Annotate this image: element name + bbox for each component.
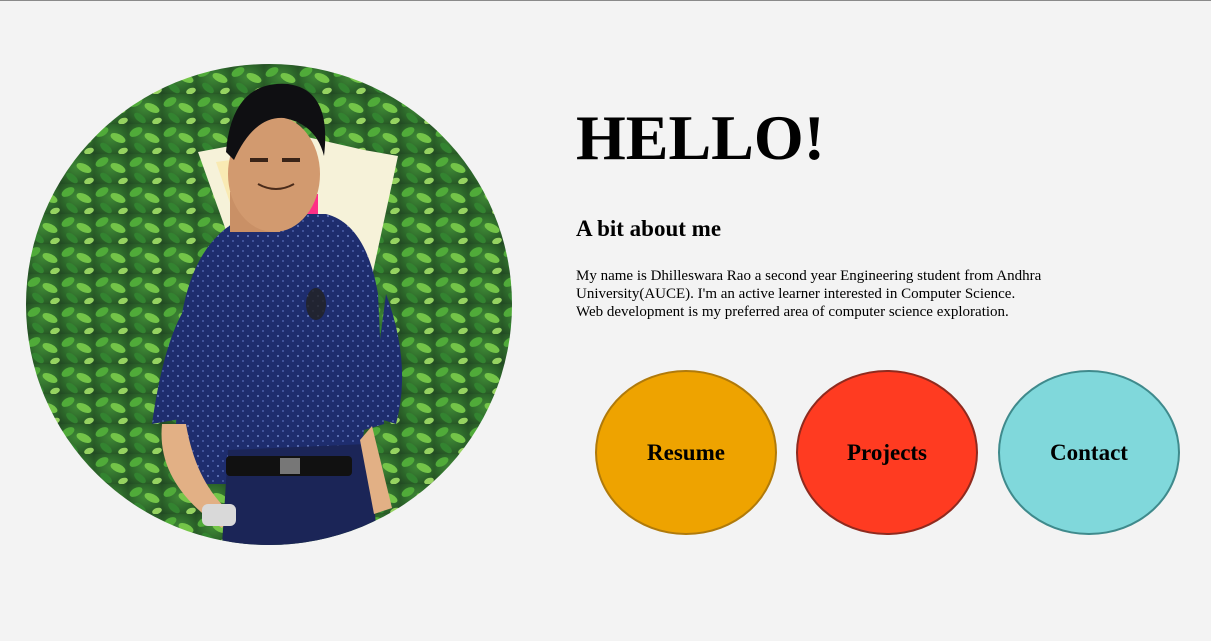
about-line: University(AUCE). I'm an active learner …	[576, 286, 1016, 302]
top-border	[0, 0, 1211, 1]
about-paragraph: My name is Dhilleswara Rao a second year…	[576, 267, 1096, 321]
contact-button[interactable]: Contact	[998, 370, 1180, 535]
about-line: Web development is my preferred area of …	[576, 304, 1009, 320]
about-heading: A bit about me	[576, 216, 722, 241]
projects-button[interactable]: Projects	[796, 370, 978, 535]
resume-button[interactable]: Resume	[595, 370, 777, 535]
greeting-heading: HELLO!	[576, 102, 825, 173]
about-line: My name is Dhilleswara Rao a second year…	[576, 268, 1042, 284]
profile-photo	[26, 64, 512, 545]
